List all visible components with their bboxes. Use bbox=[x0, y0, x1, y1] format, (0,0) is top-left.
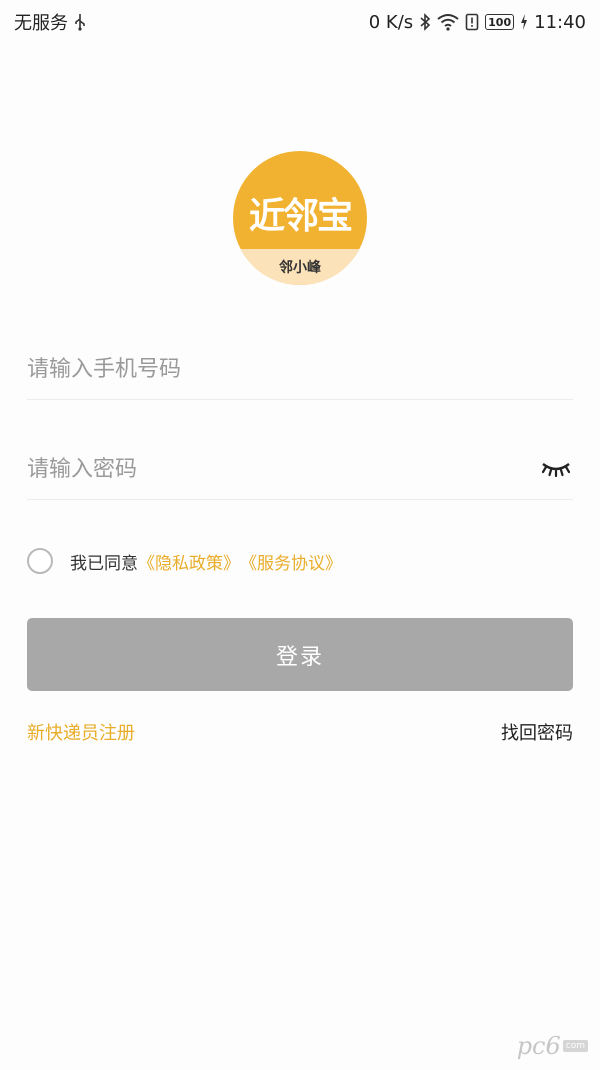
carrier-text: 无服务 bbox=[14, 13, 68, 34]
login-button[interactable]: 登录 bbox=[27, 618, 573, 691]
register-courier-link[interactable]: 新快递员注册 bbox=[27, 719, 135, 745]
bluetooth-icon bbox=[419, 13, 431, 31]
clock-text: 11:40 bbox=[534, 11, 586, 33]
sim-alert-icon bbox=[465, 13, 479, 31]
phone-field bbox=[27, 340, 573, 400]
app-logo: 近邻宝 邻小峰 bbox=[233, 151, 367, 285]
privacy-policy-link[interactable]: 《隐私政策》 bbox=[138, 549, 240, 574]
forgot-password-link[interactable]: 找回密码 bbox=[501, 719, 573, 745]
service-agreement-link[interactable]: 《服务协议》 bbox=[240, 549, 342, 574]
status-right: 0 K/s 100 11:40 bbox=[369, 12, 586, 33]
battery-icon: 100 bbox=[485, 14, 515, 30]
password-field bbox=[27, 440, 573, 500]
logo-mark-text: 近邻宝 bbox=[248, 196, 353, 237]
watermark-text: pc6 bbox=[516, 1032, 561, 1060]
agreement-checkbox[interactable] bbox=[27, 548, 53, 574]
usb-icon bbox=[74, 13, 86, 31]
password-input[interactable] bbox=[27, 457, 573, 482]
phone-input[interactable] bbox=[27, 357, 573, 382]
status-bar: 无服务 0 K/s 100 11:40 bbox=[0, 0, 600, 44]
eye-closed-icon[interactable] bbox=[541, 458, 571, 480]
wifi-icon bbox=[437, 13, 459, 31]
net-speed-text: 0 K/s bbox=[368, 11, 414, 33]
agreement-prefix: 我已同意 bbox=[70, 553, 138, 574]
logo-name: 邻小峰 bbox=[279, 260, 321, 276]
status-left: 无服务 bbox=[14, 9, 86, 35]
agreement-row: 我已同意 《隐私政策》 《服务协议》 bbox=[27, 546, 342, 576]
watermark-badge: com bbox=[562, 1040, 588, 1052]
charging-icon bbox=[520, 14, 528, 30]
watermark-logo: pc6 com bbox=[517, 1032, 588, 1060]
